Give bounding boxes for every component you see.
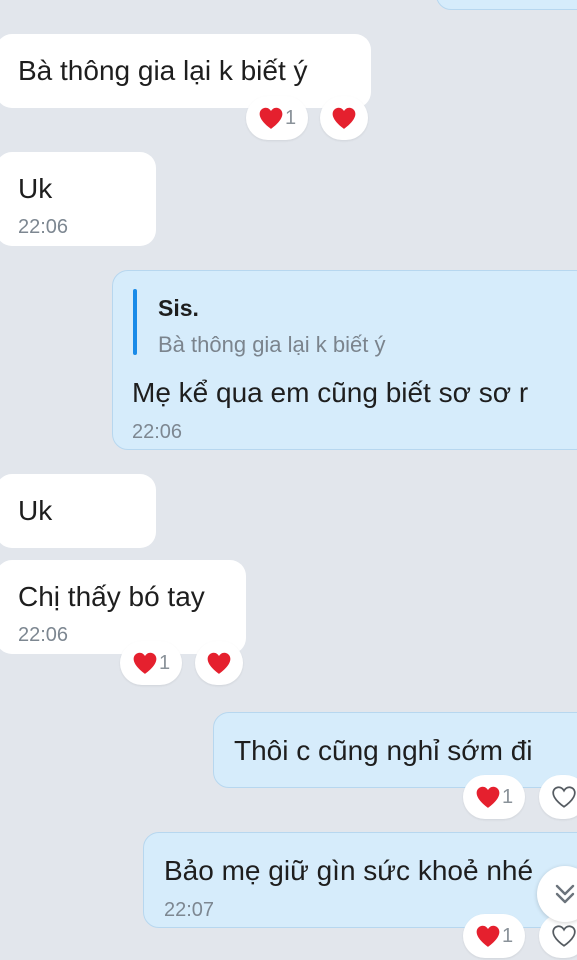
message-bubble-outgoing[interactable]: Bảo mẹ giữ gìn sức khoẻ nhé 22:07 [143,832,577,928]
message-bubble-outgoing[interactable]: Thôi c cũng nghỉ sớm đi [213,712,577,788]
reaction-count-badge[interactable]: 1 [120,641,182,685]
heart-icon [133,652,157,674]
message-text: Mẹ kể qua em cũng biết sơ sơ r [132,377,529,408]
quote-text: Bà thông gia lại k biết ý [158,332,386,357]
react-button[interactable] [320,96,368,140]
message-bubble-outgoing-partial[interactable] [436,0,577,10]
message-text: Thôi c cũng nghỉ sớm đi [234,735,533,766]
reaction-count: 1 [284,106,297,129]
message-time: 22:06 [18,624,69,646]
react-button[interactable] [539,775,577,819]
message-bubble-incoming[interactable]: Chị thấy bó tay 22:06 [0,560,246,654]
heart-icon [259,107,283,129]
reaction-count: 1 [501,785,514,808]
message-bubble-incoming[interactable]: Uk 22:06 [0,152,156,246]
message-bubble-incoming[interactable]: Bà thông gia lại k biết ý [0,34,371,108]
heart-outline-icon [552,925,576,947]
message-text: Uk [18,495,53,526]
heart-outline-icon [552,786,576,808]
message-text: Uk [18,173,53,204]
message-time: 22:07 [164,899,215,921]
message-time: 22:06 [18,216,69,238]
message-bubble-outgoing[interactable]: Sis. Bà thông gia lại k biết ý Mẹ kể qua… [112,270,577,450]
quote-author: Sis. [158,295,199,321]
message-bubble-incoming[interactable]: Uk [0,474,156,548]
message-time: 22:06 [132,421,183,443]
heart-icon [207,652,231,674]
chevron-double-down-icon [555,884,575,904]
message-text: Chị thấy bó tay [18,581,205,612]
reaction-count-badge[interactable]: 1 [463,775,525,819]
react-button[interactable] [195,641,243,685]
reaction-count: 1 [501,924,514,947]
heart-icon [476,786,500,808]
message-text: Bảo mẹ giữ gìn sức khoẻ nhé [164,855,534,886]
reaction-count-badge[interactable]: 1 [246,96,308,140]
reaction-count: 1 [158,651,171,674]
heart-icon [476,925,500,947]
reaction-count-badge[interactable]: 1 [463,914,525,958]
quote-bar [133,289,137,355]
message-text: Bà thông gia lại k biết ý [18,55,308,86]
heart-icon [332,107,356,129]
